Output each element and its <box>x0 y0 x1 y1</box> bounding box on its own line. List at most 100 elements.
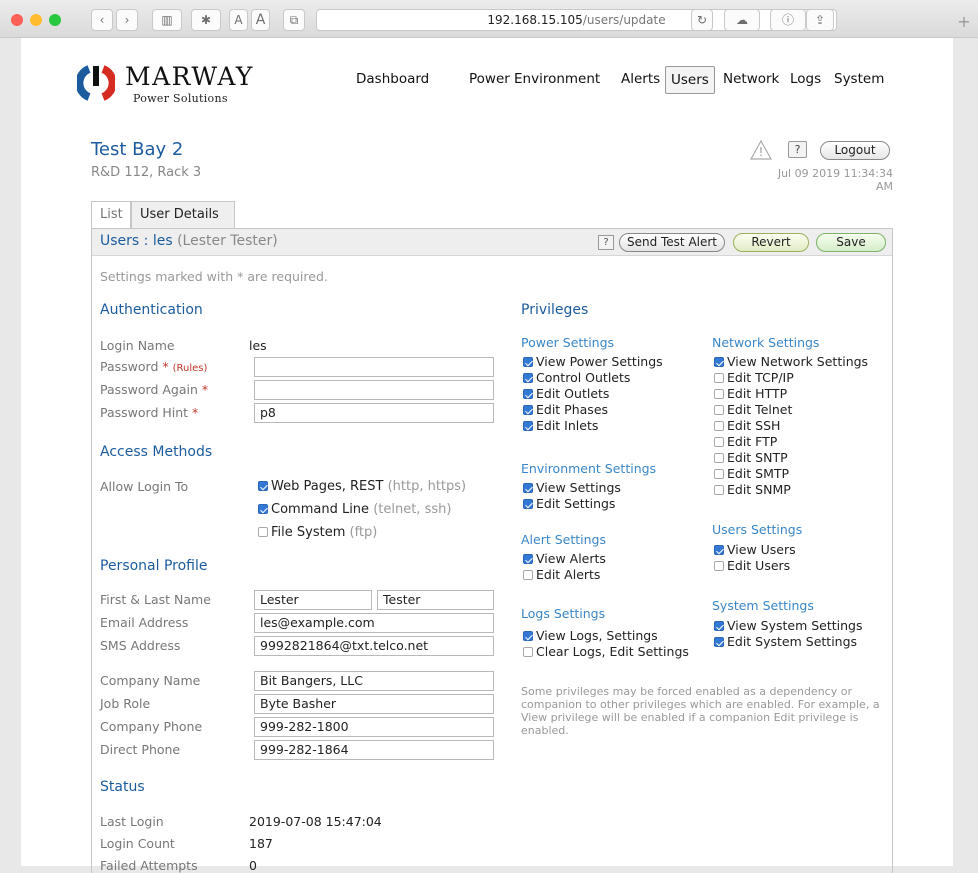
revert-button[interactable]: Revert <box>733 233 809 252</box>
privilege-checkbox[interactable]: View Power Settings <box>523 354 663 370</box>
password-field[interactable] <box>254 357 494 377</box>
checkbox-box[interactable] <box>714 545 724 555</box>
nav-alerts[interactable]: Alerts <box>616 66 665 94</box>
share-icon[interactable]: ⇪ <box>806 9 834 31</box>
info-icon[interactable]: ⓘ <box>770 9 806 31</box>
tab-user-details[interactable]: User Details <box>131 201 235 228</box>
nav-environment[interactable]: Environment <box>509 66 605 94</box>
tab-list[interactable]: List <box>91 201 131 228</box>
save-button[interactable]: Save <box>816 233 886 252</box>
checkbox-box[interactable] <box>523 499 533 509</box>
job-role-field[interactable]: Byte Basher <box>254 694 494 714</box>
checkbox-box[interactable] <box>523 631 533 641</box>
privilege-checkbox[interactable]: Edit HTTP <box>714 386 787 402</box>
privilege-checkbox[interactable]: Control Outlets <box>523 370 630 386</box>
privilege-checkbox[interactable]: View Alerts <box>523 551 606 567</box>
nav-users[interactable]: Users <box>665 66 715 94</box>
new-tab-button[interactable]: + <box>956 14 972 30</box>
sms-field[interactable]: 9992821864@txt.telco.net <box>254 636 494 656</box>
tabs-overview-icon[interactable]: ⧉ <box>283 9 305 31</box>
company-field[interactable]: Bit Bangers, LLC <box>254 671 494 691</box>
checkbox-box[interactable] <box>523 389 533 399</box>
checkbox-box[interactable] <box>523 373 533 383</box>
checkbox-box[interactable] <box>714 469 724 479</box>
last-name-field[interactable]: Tester <box>377 590 494 610</box>
icloud-icon[interactable]: ☁ <box>724 9 760 31</box>
privilege-checkbox[interactable]: Edit SNMP <box>714 482 791 498</box>
privilege-checkbox[interactable]: View Logs, Settings <box>523 628 658 644</box>
back-button[interactable]: ‹ <box>91 9 113 31</box>
privilege-checkbox[interactable]: View Settings <box>523 480 621 496</box>
help-icon[interactable]: ? <box>788 141 807 158</box>
privilege-checkbox[interactable]: View Network Settings <box>714 354 868 370</box>
password-rules-link[interactable]: (Rules) <box>173 363 208 374</box>
password-hint-field[interactable]: p8 <box>254 403 494 423</box>
nav-system[interactable]: System <box>829 66 889 94</box>
warning-icon[interactable] <box>750 140 772 160</box>
privilege-checkbox[interactable]: Edit Alerts <box>523 567 600 583</box>
minimize-window-button[interactable] <box>30 14 42 26</box>
privilege-checkbox[interactable]: Clear Logs, Edit Settings <box>523 644 689 660</box>
first-name-field[interactable]: Lester <box>254 590 372 610</box>
privilege-checkbox[interactable]: Edit SNTP <box>714 450 788 466</box>
checkbox-box[interactable] <box>714 453 724 463</box>
nav-network[interactable]: Network <box>718 66 784 94</box>
zoom-window-button[interactable] <box>49 14 61 26</box>
send-test-alert-button[interactable]: Send Test Alert <box>619 233 725 252</box>
checkbox-box[interactable] <box>523 357 533 367</box>
checkbox-box[interactable] <box>714 437 724 447</box>
checkbox-box[interactable] <box>258 527 268 537</box>
privilege-checkbox[interactable]: Edit System Settings <box>714 634 857 650</box>
nav-dashboard[interactable]: Dashboard <box>351 66 434 94</box>
web-pages-checkbox[interactable]: Web Pages, REST (http, https) <box>258 479 466 495</box>
checkbox-box[interactable] <box>523 421 533 431</box>
nav-power[interactable]: Power <box>464 66 515 94</box>
nav-logs[interactable]: Logs <box>785 66 826 94</box>
privilege-checkbox[interactable]: View System Settings <box>714 618 863 634</box>
checkbox-box[interactable] <box>714 405 724 415</box>
password-again-field[interactable] <box>254 380 494 400</box>
privilege-checkbox[interactable]: Edit Telnet <box>714 402 792 418</box>
checkbox-box[interactable] <box>523 647 533 657</box>
company-phone-field[interactable]: 999-282-1800 <box>254 717 494 737</box>
privilege-checkbox[interactable]: Edit Outlets <box>523 386 609 402</box>
checkbox-box[interactable] <box>714 421 724 431</box>
forward-button[interactable]: › <box>116 9 138 31</box>
privilege-checkbox[interactable]: Edit Inlets <box>523 418 598 434</box>
reload-icon[interactable]: ↻ <box>691 9 713 31</box>
command-line-checkbox[interactable]: Command Line (telnet, ssh) <box>258 502 451 518</box>
checkbox-box[interactable] <box>714 561 724 571</box>
logout-button[interactable]: Logout <box>820 141 890 160</box>
text-smaller-button[interactable]: A <box>229 9 248 31</box>
privilege-checkbox[interactable]: View Users <box>714 542 796 558</box>
checkbox-box[interactable] <box>714 637 724 647</box>
panel-help-icon[interactable]: ? <box>598 235 614 250</box>
privilege-checkbox[interactable]: Edit SMTP <box>714 466 789 482</box>
email-field[interactable]: les@example.com <box>254 613 494 633</box>
privilege-checkbox[interactable]: Edit Phases <box>523 402 608 418</box>
checkbox-box[interactable] <box>523 405 533 415</box>
checkbox-box[interactable] <box>714 621 724 631</box>
brand-logo[interactable]: MARWAY Power Solutions <box>77 60 277 110</box>
privilege-checkbox[interactable]: Edit Users <box>714 558 790 574</box>
sidebar-icon[interactable]: ▥ <box>152 9 182 31</box>
checkbox-box[interactable] <box>258 504 268 514</box>
privilege-checkbox[interactable]: Edit FTP <box>714 434 777 450</box>
file-system-checkbox[interactable]: File System (ftp) <box>258 525 377 541</box>
password-again-label-text: Password Again <box>100 382 198 397</box>
reader-icon[interactable]: ✱ <box>191 9 221 31</box>
checkbox-box[interactable] <box>523 554 533 564</box>
direct-phone-field[interactable]: 999-282-1864 <box>254 740 494 760</box>
checkbox-box[interactable] <box>714 357 724 367</box>
close-window-button[interactable] <box>11 14 23 26</box>
checkbox-box[interactable] <box>258 481 268 491</box>
privilege-checkbox[interactable]: Edit Settings <box>523 496 615 512</box>
checkbox-box[interactable] <box>714 485 724 495</box>
checkbox-box[interactable] <box>714 373 724 383</box>
checkbox-box[interactable] <box>523 570 533 580</box>
text-larger-button[interactable]: A <box>251 9 270 31</box>
privilege-checkbox[interactable]: Edit SSH <box>714 418 780 434</box>
checkbox-box[interactable] <box>523 483 533 493</box>
checkbox-box[interactable] <box>714 389 724 399</box>
privilege-checkbox[interactable]: Edit TCP/IP <box>714 370 794 386</box>
